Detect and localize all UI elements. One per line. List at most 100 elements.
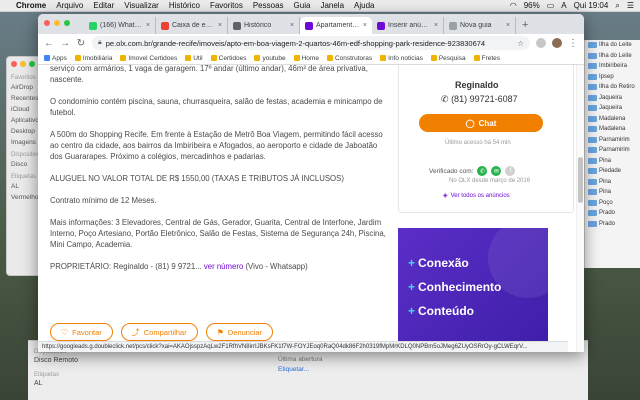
menu-historico[interactable]: Histórico [169,1,200,10]
zoom-button[interactable] [29,61,35,67]
menu-janela[interactable]: Janela [320,1,344,10]
reload-icon[interactable]: ↻ [76,38,86,49]
battery-icon[interactable]: ▭ [547,1,555,10]
bookmark-item[interactable]: Apps [44,55,67,62]
scrollbar-thumb[interactable] [578,157,583,203]
tab[interactable]: Caixa de entrada× [156,17,228,34]
description-paragraph: Mais informações: 3 Elevadores, Central … [50,218,386,249]
keyboard-input-indicator[interactable]: A [561,1,566,10]
report-button[interactable]: ⚑ Denunciar [205,323,274,341]
chat-button[interactable]: ◯ Chat [419,114,543,132]
menu-guia[interactable]: Guia [294,1,311,10]
see-all-ads-link[interactable]: ◈ Ver todos os anúncios [443,192,510,200]
finder-sidebar-item[interactable]: Aplicativos [7,115,39,126]
finder-sidebar-item[interactable]: Desktop [7,126,39,137]
bookmark-item[interactable]: Util [185,55,203,62]
tag-link[interactable]: Etiquetar... [278,365,403,375]
extension-icon[interactable] [536,38,546,48]
bookmark-item[interactable]: Certidoes [210,55,246,62]
finder-sidebar-item[interactable]: Disco [7,159,39,170]
finder-sidebar-item[interactable]: iCloud [7,104,39,115]
close-button[interactable] [11,61,17,67]
lock-icon[interactable]: 🔒︎ [98,39,102,47]
tab-label: Apartamento 2 [316,22,360,29]
finder-folder-item[interactable]: Jaqueira [585,93,640,104]
bookmark-star-icon[interactable]: ☆ [517,39,524,48]
finder-sidebar-item[interactable]: Disco Remoto [34,357,78,364]
forward-icon[interactable]: → [60,38,70,49]
menu-arquivo[interactable]: Arquivo [56,1,83,10]
tab-close-icon[interactable]: × [218,22,222,29]
tab[interactable]: Inserir anúncio × [372,17,444,34]
finder-folder-item[interactable]: Ipsep [585,72,640,83]
favorite-button[interactable]: ♡ Favoritar [50,323,113,341]
banner-ad[interactable]: + Conexão + Conhecimento + Conteúdo [398,228,548,348]
tab[interactable]: (166) WhatsApp× [84,17,156,34]
chrome-menu-icon[interactable]: ⋮ [568,38,578,49]
finder-folder-item[interactable]: Madalena [585,124,640,135]
finder-sidebar-item[interactable]: Recentes [7,93,39,104]
finder-folder-item[interactable]: Pina [585,187,640,198]
clock[interactable]: Qui 19:04 [574,1,609,10]
bookmark-item[interactable]: Imobiliária [74,55,112,62]
finder-folder-item[interactable]: Parnamirim [585,145,640,156]
profile-avatar[interactable] [552,38,562,48]
minimize-button[interactable] [20,61,26,67]
bookmark-item[interactable]: Home [293,55,319,62]
bookmark-item[interactable]: Construtoras [326,55,372,62]
control-center-icon[interactable]: ☰ [627,1,634,10]
bookmark-item[interactable]: Info noticias [380,55,423,62]
new-tab-button[interactable]: + [516,19,534,34]
bookmark-item[interactable]: Fretes [473,55,500,62]
see-number-link[interactable]: ver número [204,262,243,271]
finder-sidebar-item[interactable]: Imagens [7,137,39,148]
tab[interactable]: Apartamento 2 × [300,17,372,34]
finder-folder-item[interactable]: Ilha do Retiro [585,82,640,93]
bookmark-item[interactable]: Pesquisa [430,55,466,62]
bookmark-item[interactable]: youtube [254,55,286,62]
tab-close-icon[interactable]: × [146,22,150,29]
tab-close-icon[interactable]: × [506,22,510,29]
menu-ajuda[interactable]: Ajuda [354,1,374,10]
menu-visualizar[interactable]: Visualizar [124,1,159,10]
wifi-icon[interactable]: ◠ [510,1,517,10]
close-button[interactable] [44,20,50,26]
bookmark-item[interactable]: Imovel Certidoes [120,55,177,62]
finder-folder-item[interactable]: Parnamirim [585,135,640,146]
finder-sidebar-item[interactable]: AL [7,181,39,192]
finder-sidebar-item[interactable]: AirDrop [7,82,39,93]
finder-folder-item[interactable]: Pina [585,156,640,167]
url-text: pe.olx.com.br/grande-recife/imoveis/apto… [105,38,486,48]
menu-favoritos[interactable]: Favoritos [210,1,243,10]
folder-name: Ilha do Leite [599,42,632,49]
battery-percent[interactable]: 96% [524,1,540,10]
finder-folder-item[interactable]: Imbiribeira [585,61,640,72]
menu-editar[interactable]: Editar [93,1,114,10]
seller-phone[interactable]: ✆ (81) 99721-6087 [441,94,518,105]
tab-close-icon[interactable]: × [434,22,438,29]
zoom-button[interactable] [64,20,70,26]
finder-folder-item[interactable]: Ilha do Leite [585,51,640,62]
tab-close-icon[interactable]: × [290,22,294,29]
tab[interactable]: Nova guia × [444,17,516,34]
finder-sidebar-item[interactable]: Vermelho [7,192,39,203]
finder-folder-item[interactable]: Pina [585,177,640,188]
finder-folder-item[interactable]: Piedade [585,166,640,177]
finder-folder-item[interactable]: Madalena [585,114,640,125]
finder-folder-item[interactable]: Prado [585,219,640,230]
address-bar[interactable]: 🔒︎ pe.olx.com.br/grande-recife/imoveis/a… [92,36,530,50]
tab-close-icon[interactable]: × [363,22,367,29]
menu-app[interactable]: Chrome [16,1,46,10]
finder-folder-item[interactable]: Jaqueira [585,103,640,114]
share-button[interactable]: ⤴ Compartilhar [120,323,198,341]
spotlight-icon[interactable]: ⌕ [615,1,619,11]
back-icon[interactable]: ← [44,38,54,49]
tab[interactable]: Histórico × [228,17,300,34]
finder-sidebar-item[interactable]: AL [34,380,78,387]
finder-folder-item[interactable]: Poço [585,198,640,209]
minimize-button[interactable] [54,20,60,26]
page-scrollbar[interactable] [576,65,584,352]
finder-folder-item[interactable]: Ilha do Leite [585,40,640,51]
menu-pessoas[interactable]: Pessoas [253,1,284,10]
finder-folder-item[interactable]: Prado [585,208,640,219]
